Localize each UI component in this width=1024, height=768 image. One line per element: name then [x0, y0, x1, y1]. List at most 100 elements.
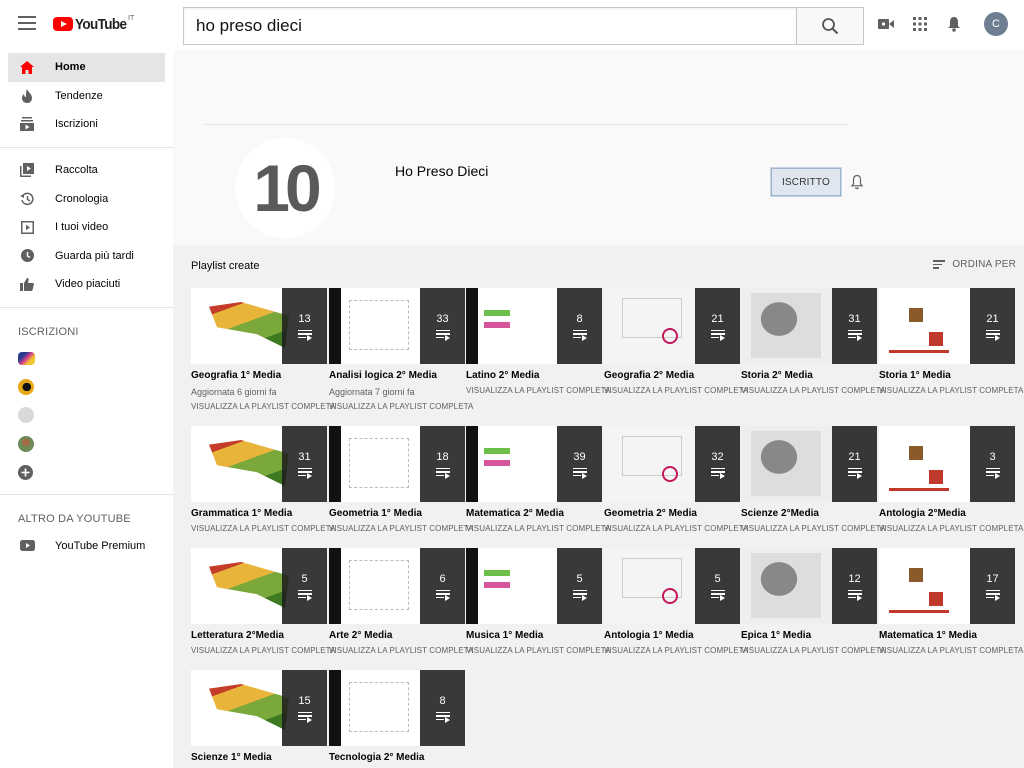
playlist-card[interactable]: 12 Epica 1° Media VISUALIZZA LA PLAYLIST C…	[741, 548, 885, 655]
playlist-card[interactable]: 32 Geometria 2° Media VISUALIZZA LA PLAYLI…	[604, 426, 748, 533]
playlist-thumbnail[interactable]: 31	[191, 426, 327, 502]
view-full-playlist-link[interactable]: VISUALIZZA LA PLAYLIST COMPLETA	[466, 524, 610, 533]
playlist-title[interactable]: Letteratura 2°Media	[191, 630, 327, 641]
subscribe-button[interactable]: ISCRITTO	[771, 168, 841, 196]
playlist-thumbnail[interactable]: 3	[879, 426, 1015, 502]
playlist-title[interactable]: Geometria 2° Media	[604, 508, 740, 519]
view-full-playlist-link[interactable]: VISUALIZZA LA PLAYLIST COMPLETA	[191, 524, 335, 533]
playlist-thumbnail[interactable]: 8	[329, 670, 465, 746]
playlist-card[interactable]: 13 Geografia 1° Media Aggiornata 6 giorni …	[191, 288, 335, 411]
playlist-title[interactable]: Scienze 1° Media	[191, 752, 327, 763]
playlist-title[interactable]: Storia 2° Media	[741, 370, 877, 381]
playlist-card[interactable]: 15 Scienze 1° Media	[191, 670, 327, 763]
youtube-logo[interactable]: YouTube IT	[53, 15, 134, 35]
playlist-thumbnail[interactable]: 6	[329, 548, 465, 624]
view-full-playlist-link[interactable]: VISUALIZZA LA PLAYLIST COMPLETA	[466, 386, 610, 395]
view-full-playlist-link[interactable]: VISUALIZZA LA PLAYLIST COMPLETA	[879, 386, 1023, 395]
view-full-playlist-link[interactable]: VISUALIZZA LA PLAYLIST COMPLETA	[329, 524, 473, 533]
playlist-card[interactable]: 33 Analisi logica 2° Media Aggiornata 7 gi…	[329, 288, 473, 411]
view-full-playlist-link[interactable]: VISUALIZZA LA PLAYLIST COMPLETA	[741, 646, 885, 655]
playlist-thumbnail[interactable]: 5	[191, 548, 327, 624]
playlist-thumbnail[interactable]: 18	[329, 426, 465, 502]
view-full-playlist-link[interactable]: VISUALIZZA LA PLAYLIST COMPLETA	[741, 386, 885, 395]
subscription-channel[interactable]	[0, 401, 173, 430]
sidebar-item-home[interactable]: Home	[8, 53, 165, 82]
playlist-card[interactable]: 17 Matematica 1° Media VISUALIZZA LA PLAYL…	[879, 548, 1023, 655]
search-button[interactable]	[796, 7, 864, 45]
playlist-card[interactable]: 21 Scienze 2°Media VISUALIZZA LA PLAYLIST …	[741, 426, 885, 533]
playlist-thumbnail[interactable]: 15	[191, 670, 327, 746]
sidebar-item-tuoi-video[interactable]: I tuoi video	[8, 213, 165, 242]
playlist-thumbnail[interactable]: 21	[741, 426, 877, 502]
playlist-title[interactable]: Tecnologia 2° Media	[329, 752, 465, 763]
playlist-card[interactable]: 5 Musica 1° Media VISUALIZZA LA PLAYLIST C…	[466, 548, 610, 655]
sidebar-item-tendenze[interactable]: Tendenze	[8, 82, 165, 111]
playlist-card[interactable]: 5 Letteratura 2°Media VISUALIZZA LA PLAYLI…	[191, 548, 335, 655]
playlist-thumbnail[interactable]: 33	[329, 288, 465, 364]
playlist-title[interactable]: Scienze 2°Media	[741, 508, 877, 519]
playlist-card[interactable]: 3 Antologia 2°Media VISUALIZZA LA PLAYLIST…	[879, 426, 1023, 533]
playlist-title[interactable]: Geografia 2° Media	[604, 370, 740, 381]
sidebar-item-guarda-piu-tardi[interactable]: Guarda più tardi	[8, 242, 165, 271]
playlist-title[interactable]: Storia 1° Media	[879, 370, 1015, 381]
view-full-playlist-link[interactable]: VISUALIZZA LA PLAYLIST COMPLETA	[191, 402, 335, 411]
playlist-title[interactable]: Antologia 2°Media	[879, 508, 1015, 519]
browse-channels-button[interactable]	[0, 458, 173, 487]
view-full-playlist-link[interactable]: VISUALIZZA LA PLAYLIST COMPLETA	[604, 386, 748, 395]
playlist-title[interactable]: Latino 2° Media	[466, 370, 602, 381]
sidebar-item-cronologia[interactable]: Cronologia	[8, 184, 165, 213]
view-full-playlist-link[interactable]: VISUALIZZA LA PLAYLIST COMPLETA	[879, 646, 1023, 655]
playlist-title[interactable]: Musica 1° Media	[466, 630, 602, 641]
playlist-card[interactable]: 21 Geografia 2° Media VISUALIZZA LA PLAYLI…	[604, 288, 748, 395]
playlist-card[interactable]: 39 Matematica 2° Media VISUALIZZA LA PLAYL…	[466, 426, 610, 533]
search-input[interactable]	[183, 7, 796, 45]
playlist-card[interactable]: 18 Geometria 1° Media VISUALIZZA LA PLAYLI…	[329, 426, 473, 533]
playlist-card[interactable]: 31 Storia 2° Media VISUALIZZA LA PLAYLIST …	[741, 288, 885, 395]
subscription-channel[interactable]	[0, 344, 173, 373]
create-video-icon[interactable]	[876, 12, 896, 36]
channel-avatar[interactable]: 10	[235, 138, 335, 238]
sort-button[interactable]: ORDINA PER	[933, 258, 1016, 271]
view-full-playlist-link[interactable]: VISUALIZZA LA PLAYLIST COMPLETA	[329, 646, 473, 655]
playlist-title[interactable]: Arte 2° Media	[329, 630, 465, 641]
playlist-card[interactable]: 21 Storia 1° Media VISUALIZZA LA PLAYLIST …	[879, 288, 1023, 395]
playlist-title[interactable]: Analisi logica 2° Media	[329, 370, 465, 381]
playlist-title[interactable]: Epica 1° Media	[741, 630, 877, 641]
playlist-thumbnail[interactable]: 21	[604, 288, 740, 364]
view-full-playlist-link[interactable]: VISUALIZZA LA PLAYLIST COMPLETA	[879, 524, 1023, 533]
view-full-playlist-link[interactable]: VISUALIZZA LA PLAYLIST COMPLETA	[191, 646, 335, 655]
playlist-thumbnail[interactable]: 21	[879, 288, 1015, 364]
playlist-thumbnail[interactable]: 32	[604, 426, 740, 502]
playlist-title[interactable]: Matematica 1° Media	[879, 630, 1015, 641]
playlist-card[interactable]: 8 Latino 2° Media VISUALIZZA LA PLAYLIST C…	[466, 288, 610, 395]
sidebar-item-video-piaciuti[interactable]: Video piaciuti	[8, 270, 165, 299]
playlist-title[interactable]: Geografia 1° Media	[191, 370, 327, 381]
playlist-title[interactable]: Matematica 2° Media	[466, 508, 602, 519]
playlist-thumbnail[interactable]: 17	[879, 548, 1015, 624]
menu-icon[interactable]	[18, 16, 36, 30]
subscription-channel[interactable]	[0, 372, 173, 401]
account-avatar[interactable]: C	[984, 12, 1008, 36]
sidebar-item-youtube-premium[interactable]: YouTube Premium	[8, 531, 165, 560]
view-full-playlist-link[interactable]: VISUALIZZA LA PLAYLIST COMPLETA	[741, 524, 885, 533]
playlist-thumbnail[interactable]: 5	[466, 548, 602, 624]
view-full-playlist-link[interactable]: VISUALIZZA LA PLAYLIST COMPLETA	[329, 402, 473, 411]
view-full-playlist-link[interactable]: VISUALIZZA LA PLAYLIST COMPLETA	[604, 524, 748, 533]
playlist-thumbnail[interactable]: 31	[741, 288, 877, 364]
playlist-thumbnail[interactable]: 12	[741, 548, 877, 624]
playlist-title[interactable]: Geometria 1° Media	[329, 508, 465, 519]
playlist-thumbnail[interactable]: 13	[191, 288, 327, 364]
subscription-channel[interactable]	[0, 429, 173, 458]
playlist-card[interactable]: 5 Antologia 1° Media VISUALIZZA LA PLAYLIS…	[604, 548, 748, 655]
playlist-card[interactable]: 31 Grammatica 1° Media VISUALIZZA LA PLAYL…	[191, 426, 335, 533]
notifications-icon[interactable]	[944, 12, 964, 36]
view-full-playlist-link[interactable]: VISUALIZZA LA PLAYLIST COMPLETA	[466, 646, 610, 655]
playlist-title[interactable]: Antologia 1° Media	[604, 630, 740, 641]
bell-icon[interactable]	[850, 174, 864, 190]
playlist-title[interactable]: Grammatica 1° Media	[191, 508, 327, 519]
view-full-playlist-link[interactable]: VISUALIZZA LA PLAYLIST COMPLETA	[604, 646, 748, 655]
apps-icon[interactable]	[910, 12, 930, 36]
playlist-card[interactable]: 6 Arte 2° Media VISUALIZZA LA PLAYLIST COM…	[329, 548, 473, 655]
sidebar-item-iscrizioni[interactable]: Iscrizioni	[8, 110, 165, 139]
sidebar-item-raccolta[interactable]: Raccolta	[8, 156, 165, 185]
